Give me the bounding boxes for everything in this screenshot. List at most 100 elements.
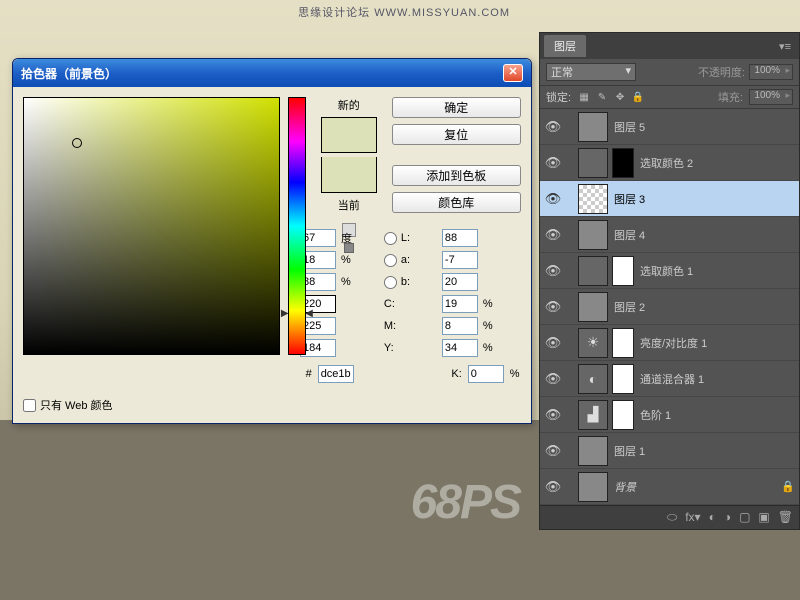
mask-thumbnail[interactable] <box>612 148 634 178</box>
visibility-icon[interactable]: 👁 <box>544 191 562 207</box>
layer-row[interactable]: 👁 图层 4 <box>540 217 799 253</box>
lab-b-input[interactable] <box>442 273 478 291</box>
mask-thumbnail[interactable] <box>612 364 634 394</box>
visibility-icon[interactable]: 👁 <box>544 335 562 351</box>
layer-row[interactable]: 👁 ◐ 通道混合器 1 <box>540 361 799 397</box>
layer-name-label[interactable]: 色阶 1 <box>638 407 795 423</box>
new-layer-icon[interactable]: ▣ <box>758 510 769 525</box>
k-input[interactable] <box>468 365 504 383</box>
close-icon[interactable]: ✕ <box>503 64 523 82</box>
layer-row[interactable]: 👁 选取颜色 2 <box>540 145 799 181</box>
layer-name-label[interactable]: 图层 3 <box>612 191 795 207</box>
color-lib-button[interactable]: 颜色库 <box>392 192 521 213</box>
layer-name-label[interactable]: 图层 2 <box>612 299 795 315</box>
lock-position-icon[interactable]: ✥ <box>613 90 627 104</box>
layer-name-label[interactable]: 通道混合器 1 <box>638 371 795 387</box>
lock-row: 锁定: ▦ ✎ ✥ 🔒 填充: 100% <box>540 86 799 109</box>
layer-row[interactable]: 👁背景🔒 <box>540 469 799 505</box>
current-label: 当前 <box>338 197 360 213</box>
blend-opacity-row: 正常 ▾ 不透明度: 100% <box>540 59 799 86</box>
layer-thumbnail[interactable] <box>578 220 608 250</box>
layer-thumbnail[interactable] <box>578 112 608 142</box>
color-picker-dialog: 拾色器（前景色） ✕ ▶◀ 新的 当前 确定 复位 添加到色板 颜色库 H: <box>12 58 532 424</box>
ok-button[interactable]: 确定 <box>392 97 521 118</box>
web-only-label: 只有 Web 颜色 <box>40 397 113 413</box>
a-input[interactable] <box>442 251 478 269</box>
layer-thumbnail[interactable]: ▟ <box>578 400 608 430</box>
layer-row[interactable]: 👁 ▟ 色阶 1 <box>540 397 799 433</box>
lock-pixels-icon[interactable]: ✎ <box>595 90 609 104</box>
visibility-icon[interactable]: 👁 <box>544 119 562 135</box>
hex-input[interactable] <box>318 365 354 383</box>
web-only-checkbox[interactable] <box>23 399 36 412</box>
layer-row[interactable]: 👁 ☀ 亮度/对比度 1 <box>540 325 799 361</box>
layer-name-label[interactable]: 选取颜色 2 <box>638 155 795 171</box>
lab-b-radio[interactable]: b: <box>384 276 437 289</box>
layer-row[interactable]: 👁 图层 2 <box>540 289 799 325</box>
color-field[interactable] <box>23 97 280 355</box>
layer-thumbnail[interactable]: ◐ <box>578 364 608 394</box>
link-layers-icon[interactable]: ⬭ <box>667 510 677 525</box>
layers-panel: 图层 ▾≡ 正常 ▾ 不透明度: 100% 锁定: ▦ ✎ ✥ 🔒 填充: 10… <box>539 32 800 530</box>
lock-label: 锁定: <box>546 89 571 105</box>
layer-row[interactable]: 👁 图层 1 <box>540 433 799 469</box>
layer-thumbnail[interactable] <box>578 148 608 178</box>
visibility-icon[interactable]: 👁 <box>544 155 562 171</box>
dialog-title: 拾色器（前景色） <box>21 65 117 82</box>
fill-input[interactable]: 100% <box>749 89 793 105</box>
l-radio[interactable]: L: <box>384 232 437 245</box>
lock-transparent-icon[interactable]: ▦ <box>577 90 591 104</box>
panel-menu-icon[interactable]: ▾≡ <box>775 40 795 53</box>
mask-icon[interactable]: ◐ <box>709 510 716 525</box>
c-input[interactable] <box>442 295 478 313</box>
new-color-swatch[interactable] <box>321 117 377 153</box>
opacity-label: 不透明度: <box>698 64 745 80</box>
fx-icon[interactable]: fx▾ <box>685 510 700 525</box>
blend-mode-select[interactable]: 正常 ▾ <box>546 63 636 81</box>
layer-thumbnail[interactable] <box>578 292 608 322</box>
mask-thumbnail[interactable] <box>612 328 634 358</box>
visibility-icon[interactable]: 👁 <box>544 479 562 495</box>
panel-footer: ⬭ fx▾ ◐ ◑ ▢ ▣ 🗑 <box>540 505 799 529</box>
layer-name-label[interactable]: 亮度/对比度 1 <box>638 335 795 351</box>
visibility-icon[interactable]: 👁 <box>544 263 562 279</box>
dialog-titlebar[interactable]: 拾色器（前景色） ✕ <box>13 59 531 87</box>
a-radio[interactable]: a: <box>384 254 437 267</box>
mask-thumbnail[interactable] <box>612 256 634 286</box>
mask-thumbnail[interactable] <box>612 400 634 430</box>
layer-thumbnail[interactable] <box>578 436 608 466</box>
h-unit: 度 <box>341 230 379 246</box>
visibility-icon[interactable]: 👁 <box>544 227 562 243</box>
layer-row[interactable]: 👁 选取颜色 1 <box>540 253 799 289</box>
layer-thumbnail[interactable] <box>578 472 608 502</box>
layer-name-label[interactable]: 图层 4 <box>612 227 795 243</box>
adjustment-icon[interactable]: ◑ <box>724 510 731 525</box>
visibility-icon[interactable]: 👁 <box>544 443 562 459</box>
folder-icon[interactable]: ▢ <box>739 510 750 525</box>
layer-name-label[interactable]: 选取颜色 1 <box>638 263 795 279</box>
y-input[interactable] <box>442 339 478 357</box>
layer-thumbnail[interactable] <box>578 184 608 214</box>
add-swatch-button[interactable]: 添加到色板 <box>392 165 521 186</box>
current-color-swatch[interactable] <box>321 157 377 193</box>
layer-thumbnail[interactable] <box>578 256 608 286</box>
hue-slider-handle[interactable]: ▶◀ <box>281 308 313 319</box>
visibility-icon[interactable]: 👁 <box>544 407 562 423</box>
l-input[interactable] <box>442 229 478 247</box>
reset-button[interactable]: 复位 <box>392 124 521 145</box>
layer-name-label[interactable]: 背景 <box>612 479 777 495</box>
opacity-input[interactable]: 100% <box>749 64 793 80</box>
hue-slider[interactable]: ▶◀ <box>288 97 306 355</box>
layer-name-label[interactable]: 图层 1 <box>612 443 795 459</box>
layer-thumbnail[interactable]: ☀ <box>578 328 608 358</box>
layer-row[interactable]: 👁 图层 5 <box>540 109 799 145</box>
layer-row[interactable]: 👁 图层 3 <box>540 181 799 217</box>
color-field-marker[interactable] <box>72 138 82 148</box>
layer-name-label[interactable]: 图层 5 <box>612 119 795 135</box>
tab-layers[interactable]: 图层 <box>544 35 586 57</box>
trash-icon[interactable]: 🗑 <box>778 510 793 525</box>
m-input[interactable] <box>442 317 478 335</box>
visibility-icon[interactable]: 👁 <box>544 371 562 387</box>
lock-all-icon[interactable]: 🔒 <box>631 90 645 104</box>
visibility-icon[interactable]: 👁 <box>544 299 562 315</box>
